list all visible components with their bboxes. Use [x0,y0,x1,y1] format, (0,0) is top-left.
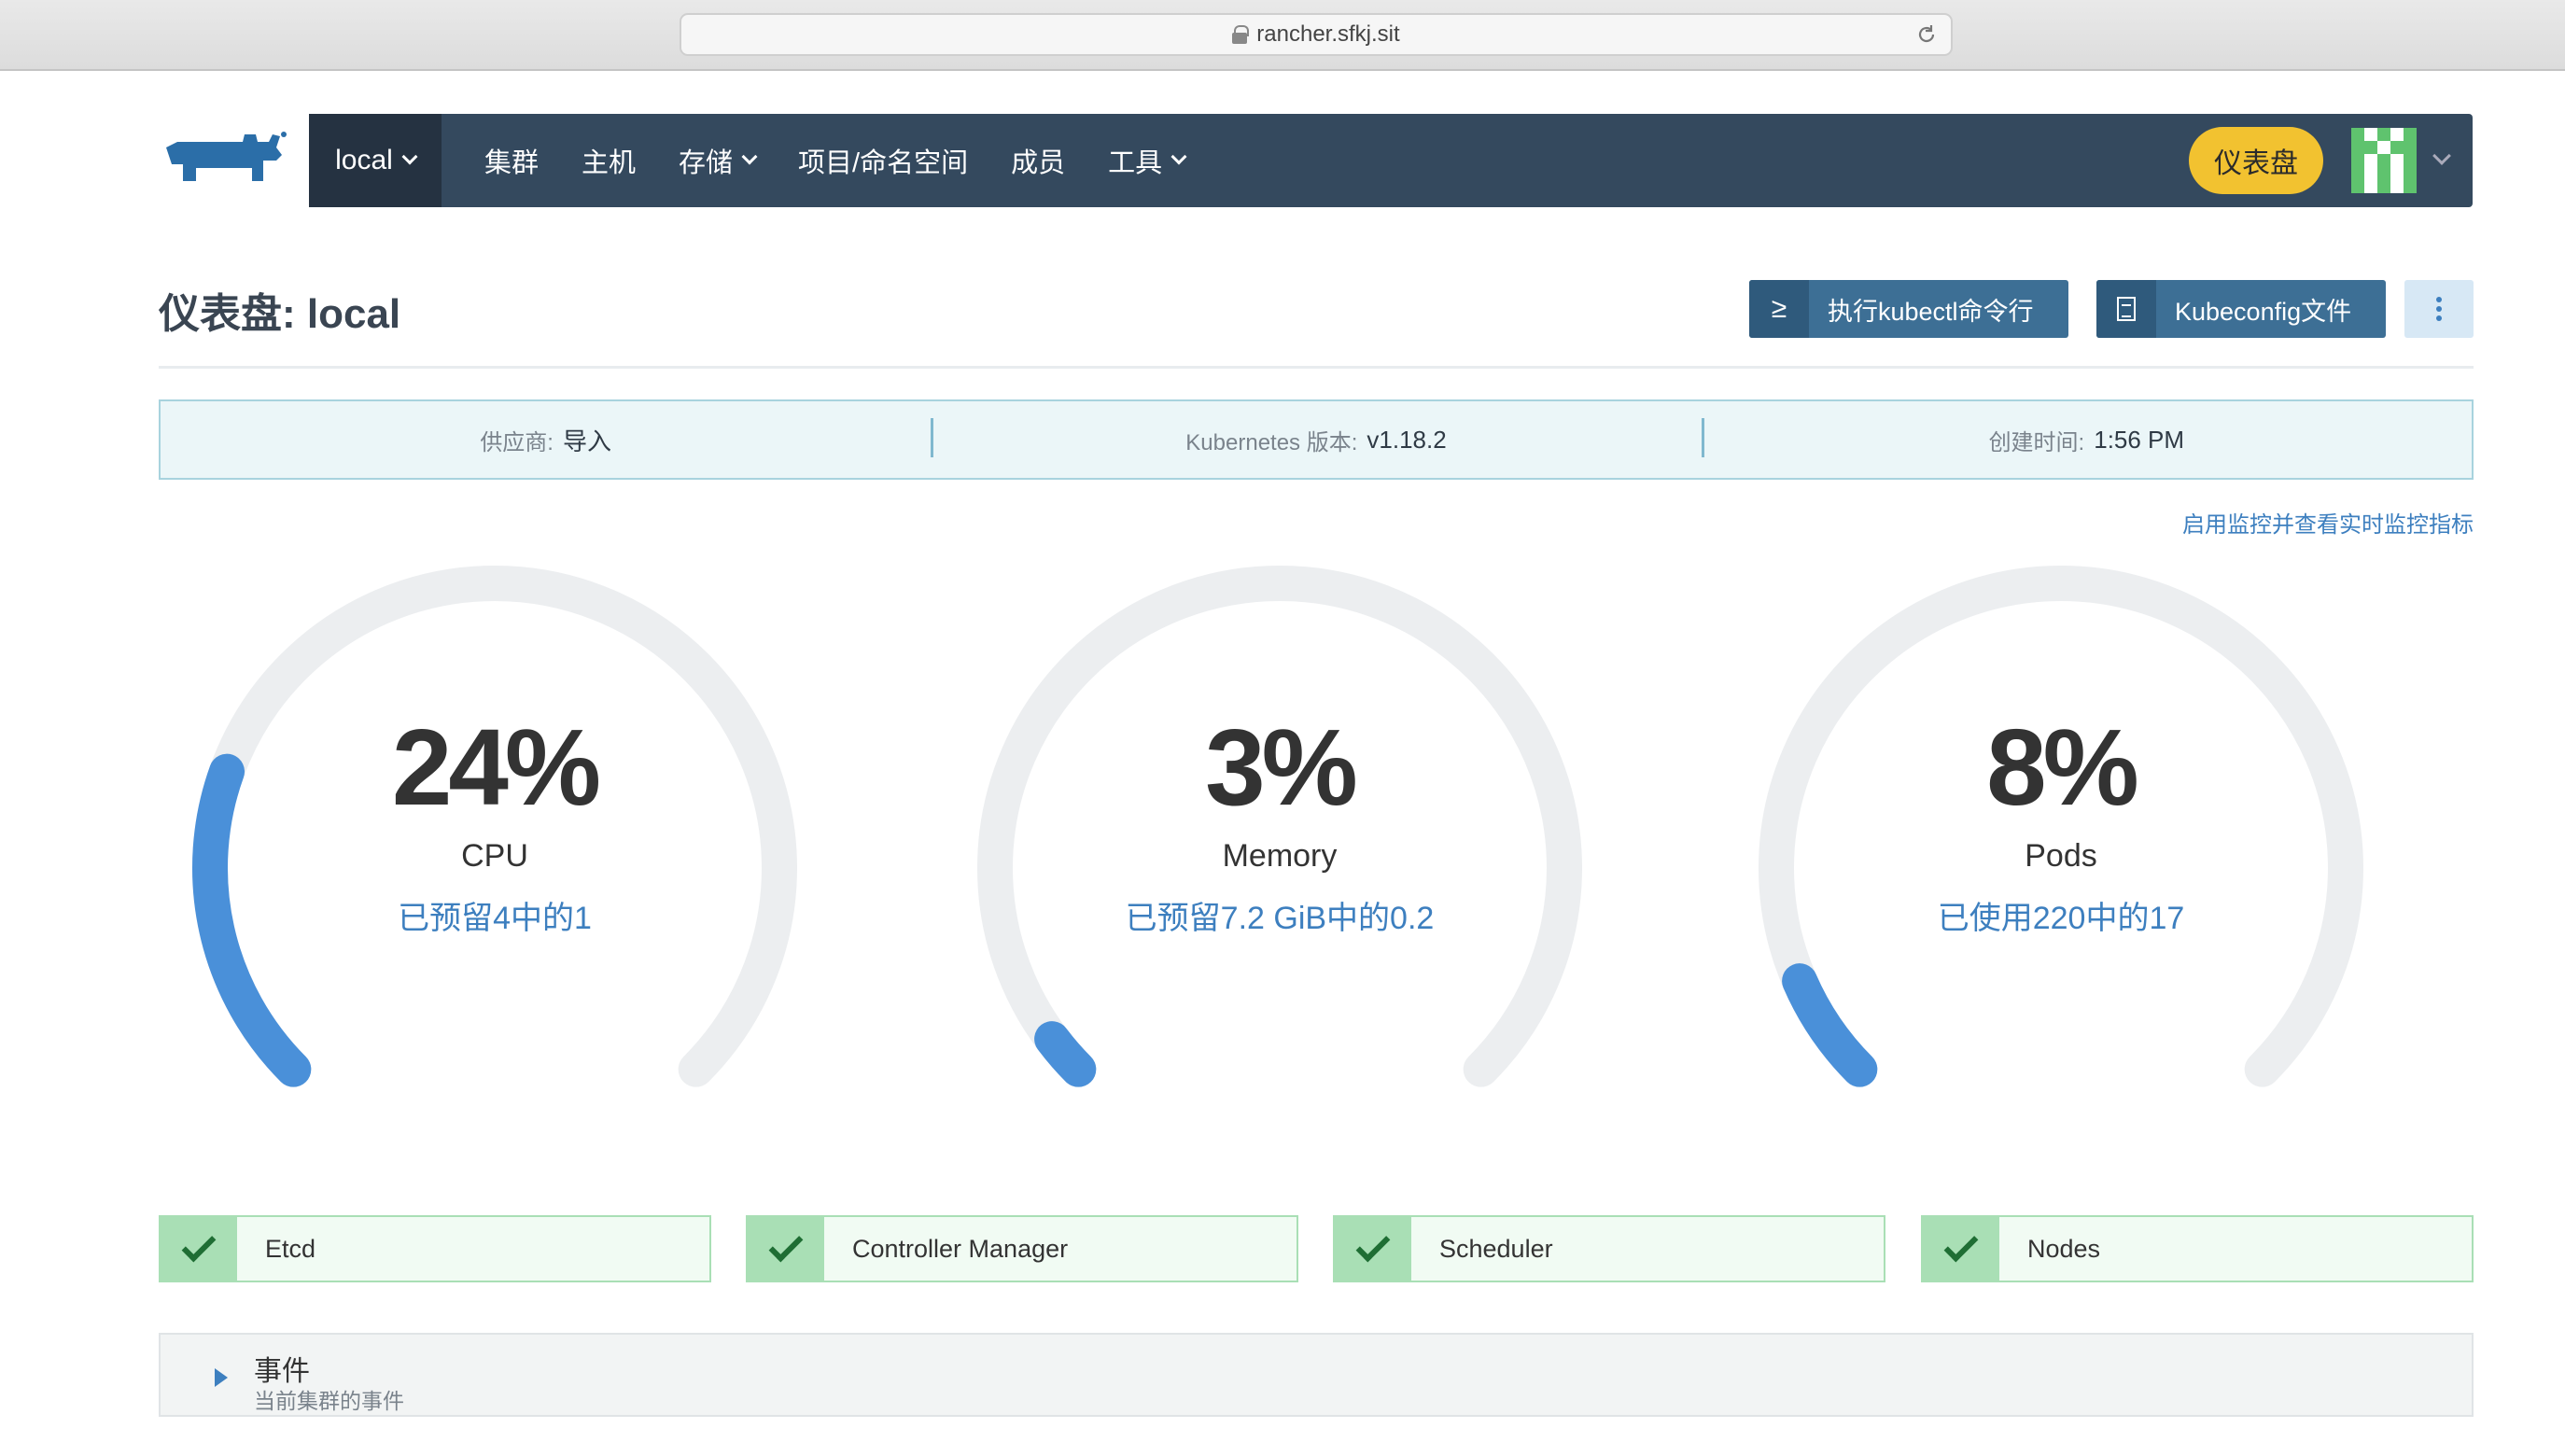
nav-item-label: 成员 [1011,148,1066,178]
check-icon [1923,1217,1999,1281]
memory-reserved-detail: 已预留7.2 GiB中的0.2 [1125,901,1435,936]
component-status-nodes: Nodes [1921,1215,2474,1282]
top-navigation: local 集群 主机 存储 项目/命名空间 成员 工具 仪表盘 [309,114,2473,207]
avatar[interactable] [2351,128,2417,193]
browser-toolbar: rancher.sfkj.sit [0,0,2565,71]
memory-gauge: 3% Memory 已预留7.2 GiB中的0.2 [967,560,1592,1120]
events-panel[interactable]: 事件 当前集群的事件 [159,1333,2474,1417]
kubernetes-version-label: Kubernetes 版本: [1185,429,1358,455]
address-bar[interactable]: rancher.sfkj.sit [680,13,1953,56]
chevron-down-icon [401,148,418,165]
provider-label: 供应商: [480,429,554,455]
pods-percentage: 8% [1986,707,2139,828]
nav-item-projects-namespaces[interactable]: 项目/命名空间 [798,141,968,180]
kubectl-shell-button[interactable]: ≥ 执行kubectl命令行 [1749,280,2068,338]
nav-item-label: 项目/命名空间 [798,148,969,178]
component-name: Scheduler [1439,1234,1553,1263]
divider [159,366,2474,369]
created-time-info: 创建时间: 1:56 PM [1701,417,2472,457]
nav-item-clusters[interactable]: 集群 [484,141,539,180]
component-status-scheduler: Scheduler [1333,1215,1885,1282]
rancher-logo-icon[interactable] [159,127,289,192]
cpu-gauge: 24% CPU 已预留4中的1 [182,560,807,1120]
memory-label: Memory [1222,838,1338,874]
component-status-controller-manager: Controller Manager [746,1215,1298,1282]
file-icon [2096,280,2156,338]
component-name: Nodes [2027,1234,2101,1263]
component-name: Controller Manager [852,1234,1069,1263]
nav-item-label: 集群 [484,148,540,178]
url-text: rancher.sfkj.sit [1256,21,1400,47]
expand-arrow-icon[interactable] [215,1368,228,1387]
kubeconfig-label: Kubeconfig文件 [2175,297,2352,326]
cpu-percentage: 24% [391,707,601,828]
cluster-switcher[interactable]: local [309,114,442,207]
nav-item-members[interactable]: 成员 [1011,141,1065,180]
pods-gauge: 8% Pods 已使用220中的17 [1748,560,2374,1120]
kebab-icon [2436,297,2442,302]
page-title: 仪表盘: local [159,291,401,337]
check-icon [161,1217,237,1281]
provider-info: 供应商: 导入 [161,423,931,457]
pods-label: Pods [2025,838,2097,874]
cluster-info-banner: 供应商: 导入 Kubernetes 版本: v1.18.2 创建时间: 1:5… [159,399,2474,480]
nav-item-storage[interactable]: 存储 [679,141,758,180]
nav-item-tools[interactable]: 工具 [1108,141,1187,180]
component-name: Etcd [265,1234,316,1263]
nav-item-label: 工具 [1108,148,1163,178]
more-actions-button[interactable] [2404,280,2474,338]
kubernetes-version-info: Kubernetes 版本: v1.18.2 [931,417,1701,457]
component-status-etcd: Etcd [159,1215,711,1282]
enable-monitoring-link[interactable]: 启用监控并查看实时监控指标 [2182,506,2474,539]
reload-icon[interactable] [1915,23,1938,46]
events-subtitle: 当前集群的事件 [254,1389,404,1413]
nav-item-label: 存储 [679,148,734,178]
check-icon [1335,1217,1411,1281]
cluster-name: local [335,145,393,175]
nav-item-hosts[interactable]: 主机 [582,141,636,180]
chevron-down-icon [1170,148,1187,165]
lock-icon [1232,25,1250,44]
check-icon [748,1217,824,1281]
memory-percentage: 3% [1205,707,1358,828]
kubernetes-version-value: v1.18.2 [1367,425,1447,454]
created-time-label: 创建时间: [1988,429,2085,455]
created-time-value: 1:56 PM [2094,425,2185,454]
kubeconfig-button[interactable]: Kubeconfig文件 [2096,280,2386,338]
kubectl-label: 执行kubectl命令行 [1828,297,2034,326]
dashboard-button[interactable]: 仪表盘 [2189,127,2323,194]
chevron-down-icon [741,148,758,165]
cpu-reserved-detail: 已预留4中的1 [398,901,592,936]
chevron-down-icon[interactable] [2432,147,2451,165]
provider-value: 导入 [562,427,611,455]
cpu-label: CPU [461,838,528,874]
nav-item-label: 主机 [582,148,637,178]
nav-right: 仪表盘 [2189,127,2451,194]
terminal-icon: ≥ [1749,280,1809,338]
pods-used-detail: 已使用220中的17 [1937,901,2185,936]
